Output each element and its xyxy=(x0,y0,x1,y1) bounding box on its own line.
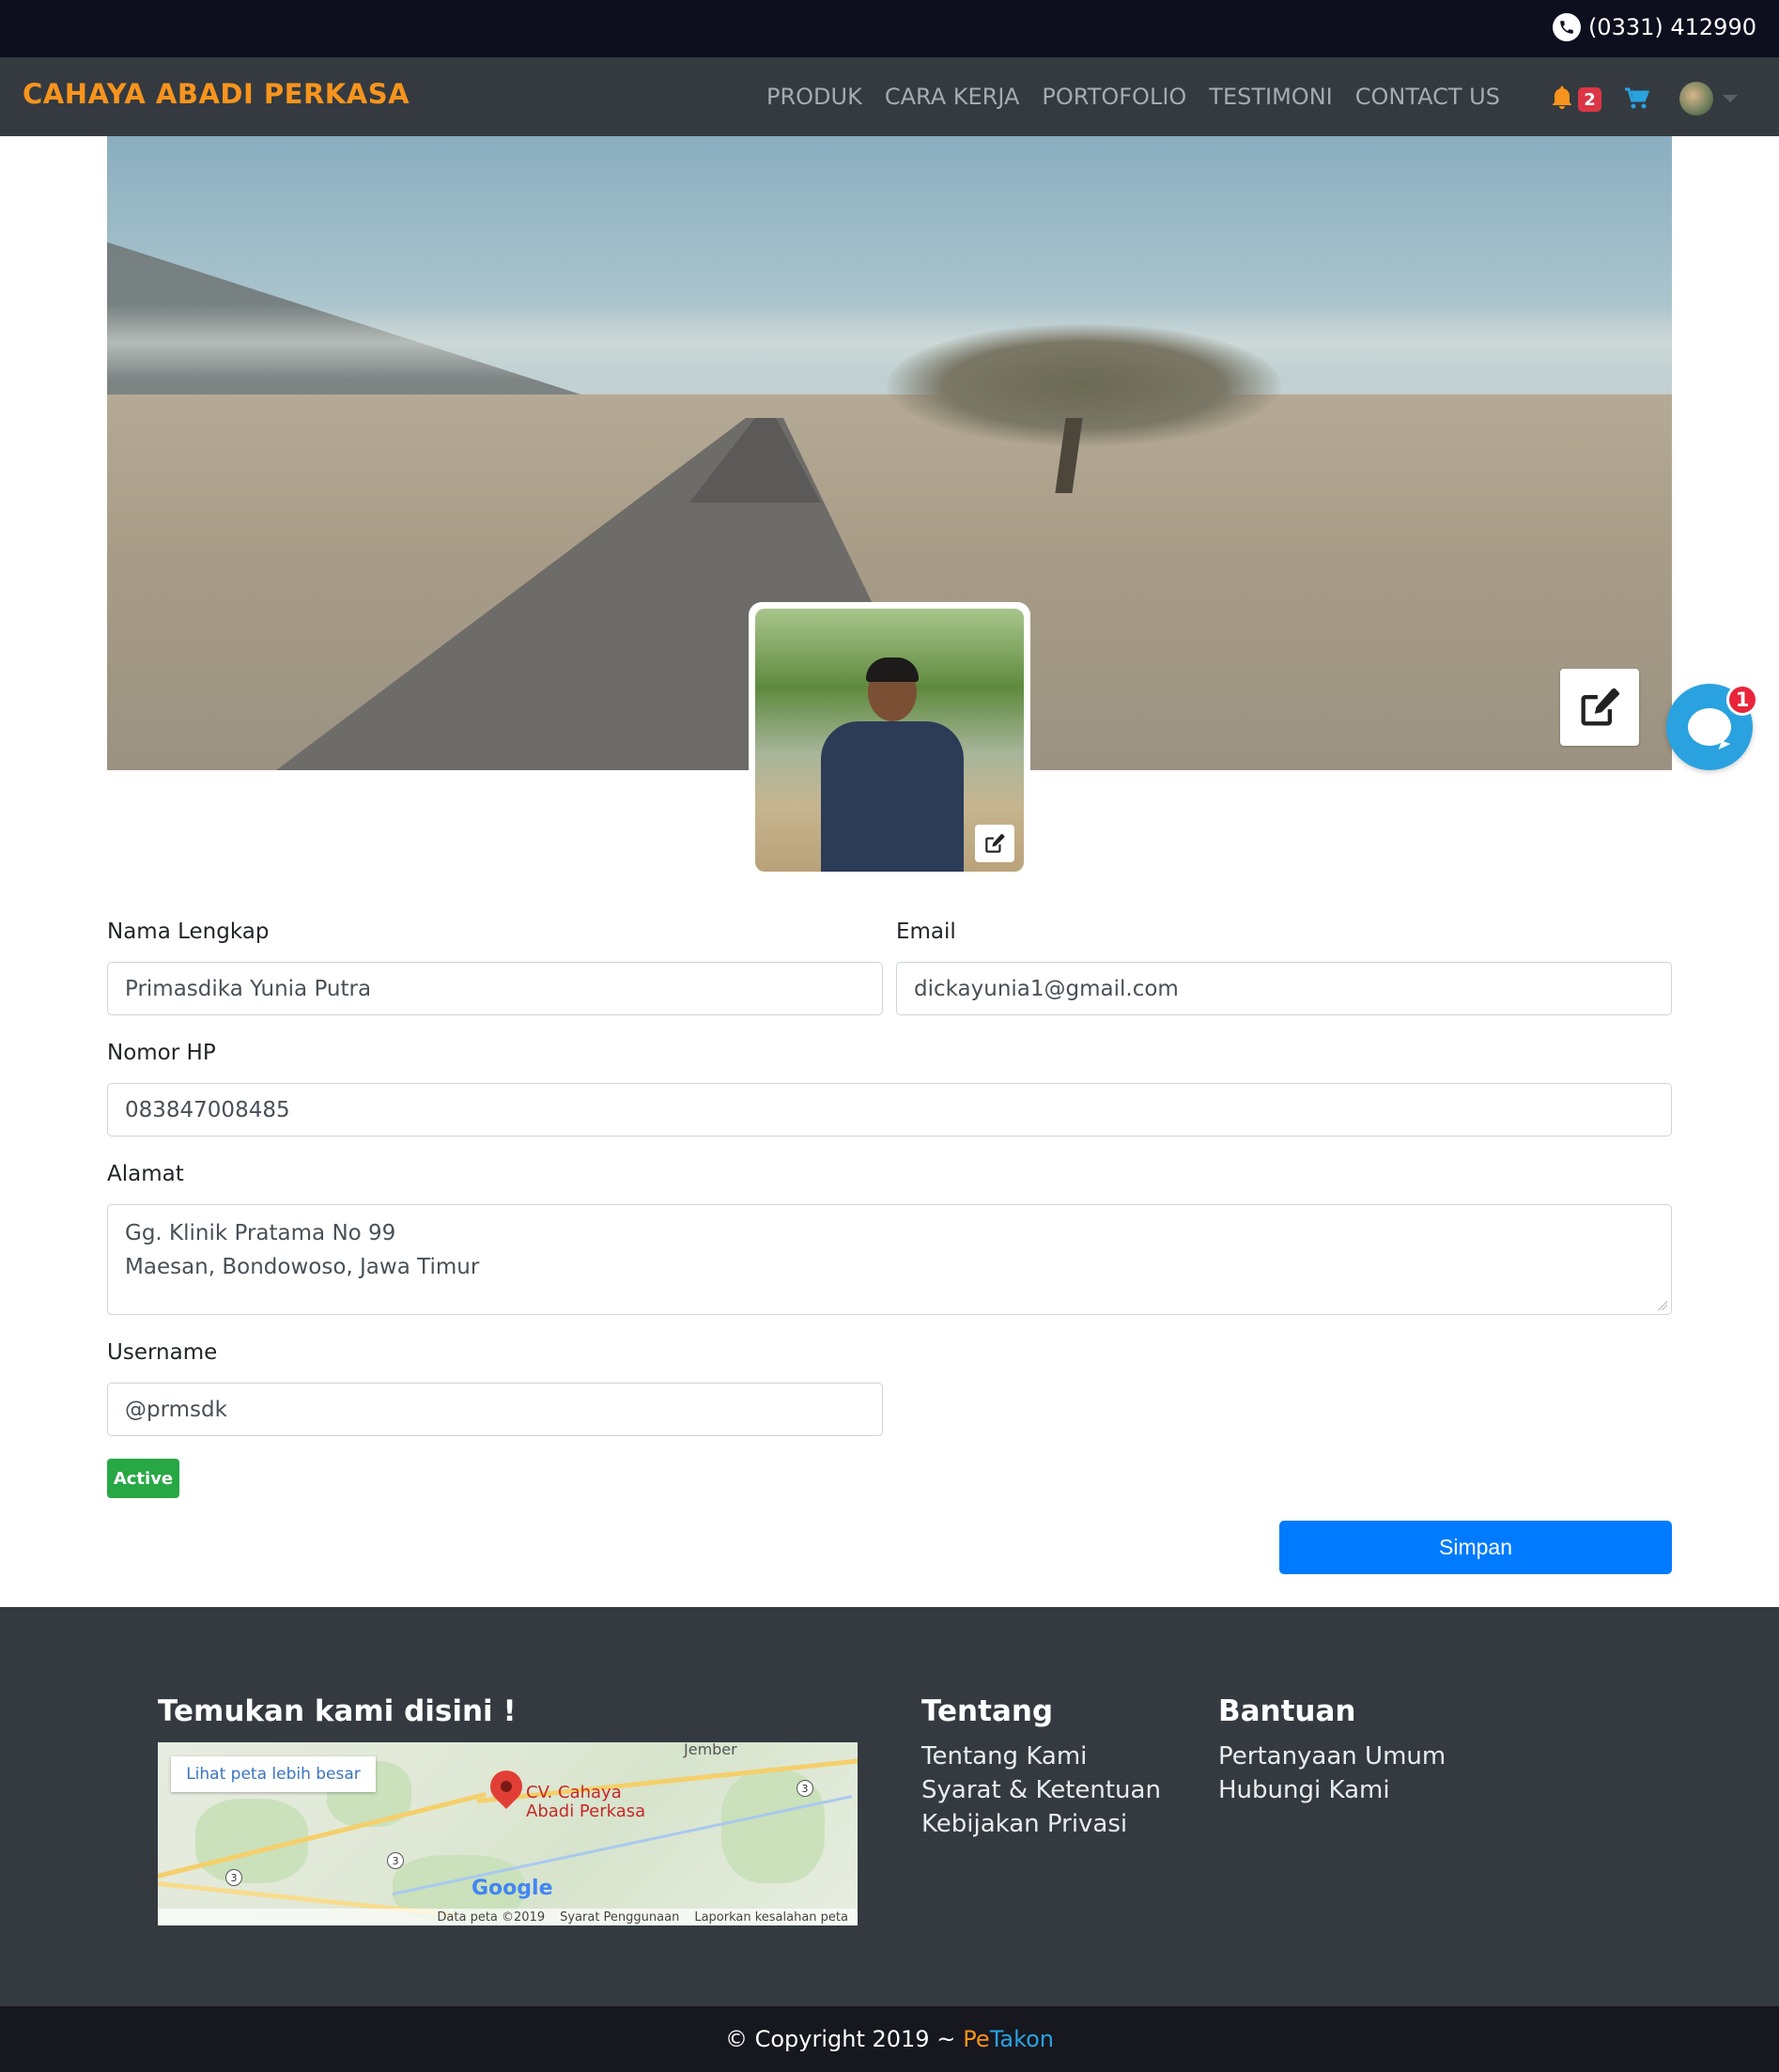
location-map[interactable]: 3 3 3 Lihat peta lebih besar Jember CV. … xyxy=(158,1742,858,1925)
map-report-link[interactable]: Laporkan kesalahan peta xyxy=(694,1910,848,1925)
full-name-input[interactable]: Primasdika Yunia Putra xyxy=(107,962,883,1015)
email-input[interactable]: dickayunia1@gmail.com xyxy=(896,962,1672,1015)
map-place-label: CV. Cahaya Abadi Perkasa xyxy=(526,1784,645,1821)
edit-icon xyxy=(1581,688,1620,726)
help-title: Bantuan xyxy=(1218,1694,1356,1728)
map-place-line: Abadi Perkasa xyxy=(526,1801,646,1821)
route-shield: 3 xyxy=(797,1780,813,1797)
map-data-credit: Data peta ©2019 xyxy=(437,1910,546,1925)
nav-links: PRODUK CARA KERJA PORTOFOLIO TESTIMONI C… xyxy=(766,84,1500,110)
notification-badge: 2 xyxy=(1578,87,1601,112)
cover-tree xyxy=(887,324,1281,446)
address-line-2: Maesan, Bondowoso, Jawa Timur xyxy=(125,1255,480,1279)
nav-portofolio[interactable]: PORTOFOLIO xyxy=(1042,84,1186,110)
about-links: Tentang Kami Syarat & Ketentuan Kebijaka… xyxy=(921,1741,1161,1839)
username-label: Username xyxy=(107,1340,218,1365)
map-footer: Data peta ©2019 Syarat Penggunaan Lapork… xyxy=(158,1909,858,1925)
email-label: Email xyxy=(896,920,956,944)
larger-map-button[interactable]: Lihat peta lebih besar xyxy=(171,1756,376,1792)
map-pin-icon[interactable] xyxy=(483,1763,530,1810)
profile-photo xyxy=(755,609,1024,872)
help-links: Pertanyaan Umum Hubungi Kami xyxy=(1218,1741,1446,1805)
profile-photo-frame xyxy=(749,602,1030,878)
phone-contact[interactable]: (0331) 412990 xyxy=(1552,13,1756,41)
profile-person-body xyxy=(821,721,964,872)
copyright-bar: © Copyright 2019 ~ PeTakon xyxy=(0,2006,1779,2072)
save-button[interactable]: Simpan xyxy=(1279,1521,1672,1574)
chat-icon xyxy=(1688,708,1731,746)
edit-icon xyxy=(985,833,1005,853)
bell-icon[interactable] xyxy=(1551,85,1573,114)
about-title: Tentang xyxy=(921,1694,1054,1728)
nav-testimoni[interactable]: TESTIMONI xyxy=(1209,84,1332,110)
copyright-text: © Copyright 2019 ~ xyxy=(724,2026,956,2052)
cart-icon[interactable] xyxy=(1624,87,1650,114)
nav-cara-kerja[interactable]: CARA KERJA xyxy=(885,84,1020,110)
nav-contact-us[interactable]: CONTACT US xyxy=(1355,84,1500,110)
cover-haze xyxy=(107,305,1672,380)
edit-cover-button[interactable] xyxy=(1560,669,1639,746)
nav-produk[interactable]: PRODUK xyxy=(766,84,862,110)
footer-link-privacy[interactable]: Kebijakan Privasi xyxy=(921,1809,1161,1839)
user-avatar[interactable] xyxy=(1679,82,1713,116)
google-logo: Google xyxy=(472,1877,553,1900)
address-textarea[interactable]: Gg. Klinik Pratama No 99 Maesan, Bondowo… xyxy=(107,1204,1672,1315)
profile-person-hair xyxy=(866,657,919,682)
main-navbar: CAHAYA ABADI PERKASA PRODUK CARA KERJA P… xyxy=(0,57,1779,136)
brand-takon: Takon xyxy=(989,2026,1055,2052)
brand-logo[interactable]: CAHAYA ABADI PERKASA xyxy=(23,78,410,110)
copyright-brand[interactable]: PeTakon xyxy=(963,2026,1054,2052)
status-badge: Active xyxy=(107,1459,179,1498)
resize-handle-icon[interactable] xyxy=(1658,1301,1667,1310)
route-shield: 3 xyxy=(387,1852,404,1869)
chevron-down-icon[interactable] xyxy=(1723,95,1738,102)
chat-badge: 1 xyxy=(1726,684,1758,716)
phone-label: Nomor HP xyxy=(107,1041,216,1065)
edit-photo-button[interactable] xyxy=(975,825,1014,862)
address-label: Alamat xyxy=(107,1162,184,1186)
footer-link-faq[interactable]: Pertanyaan Umum xyxy=(1218,1741,1446,1771)
route-shield: 3 xyxy=(225,1869,242,1886)
footer-link-contact[interactable]: Hubungi Kami xyxy=(1218,1775,1446,1805)
footer-link-about-us[interactable]: Tentang Kami xyxy=(921,1741,1161,1771)
map-place-line: CV. Cahaya xyxy=(526,1783,622,1802)
footer-link-terms[interactable]: Syarat & Ketentuan xyxy=(921,1775,1161,1805)
full-name-label: Nama Lengkap xyxy=(107,920,270,944)
top-bar: (0331) 412990 xyxy=(0,0,1779,57)
map-city-label: Jember xyxy=(684,1742,737,1758)
brand-pe: Pe xyxy=(963,2026,990,2052)
phone-input[interactable]: 083847008485 xyxy=(107,1083,1672,1137)
username-input[interactable]: @prmsdk xyxy=(107,1383,883,1436)
address-line-1: Gg. Klinik Pratama No 99 xyxy=(125,1221,396,1245)
phone-number: (0331) 412990 xyxy=(1587,14,1756,40)
phone-icon xyxy=(1552,13,1581,41)
map-terms-link[interactable]: Syarat Penggunaan xyxy=(560,1910,679,1925)
find-us-title: Temukan kami disini ! xyxy=(158,1694,517,1728)
